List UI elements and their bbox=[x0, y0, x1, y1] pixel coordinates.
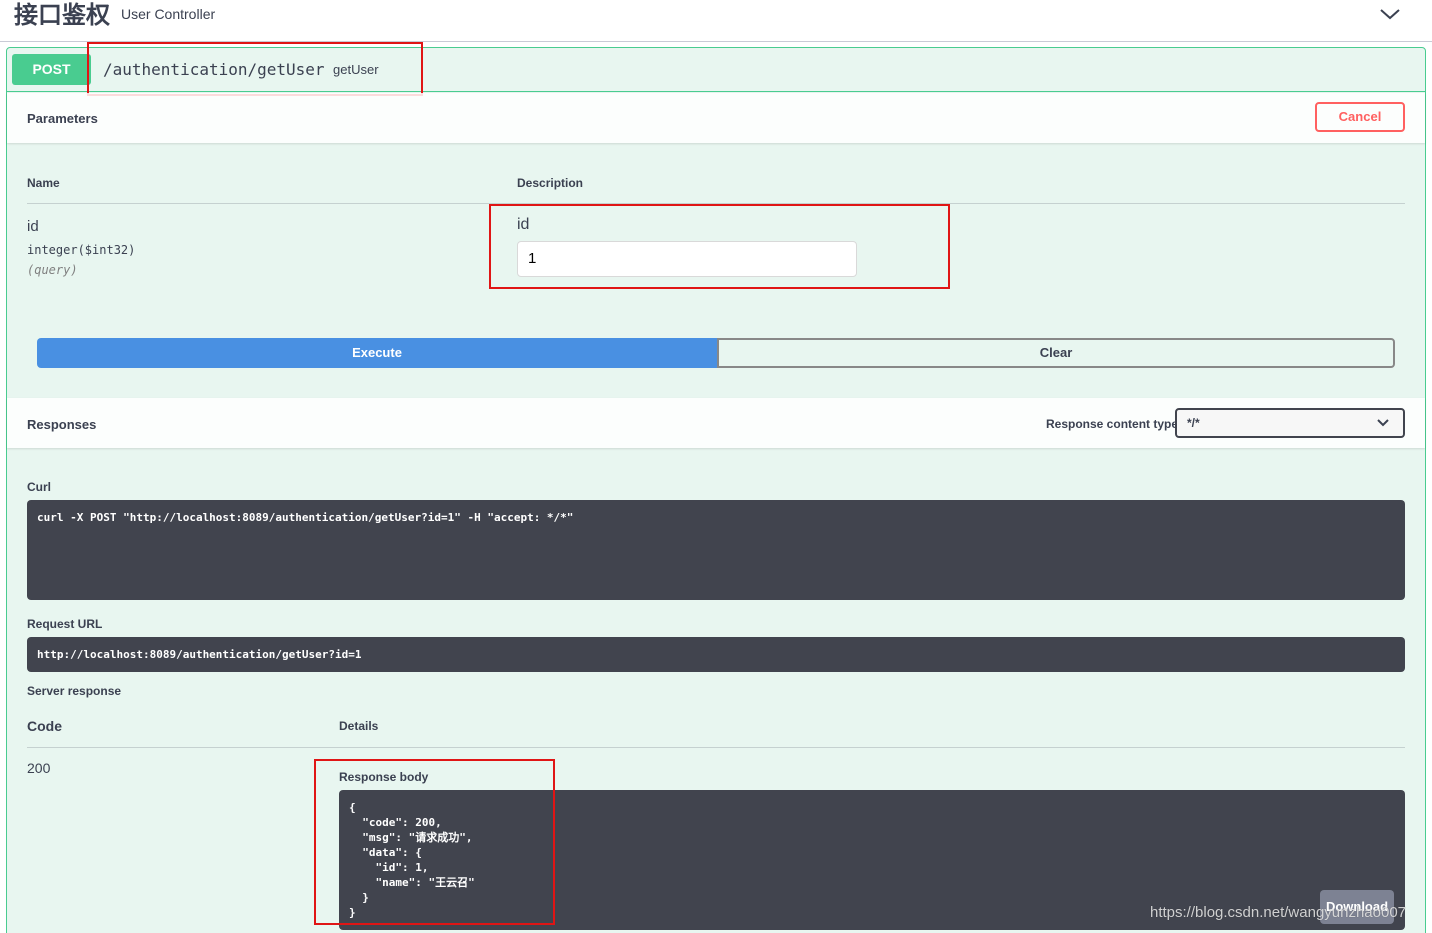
details-header: Details bbox=[339, 719, 379, 733]
watermark: https://blog.csdn.net/wangyunzhao007 bbox=[1150, 904, 1407, 921]
highlight-box-response bbox=[314, 759, 555, 925]
response-code: 200 bbox=[27, 760, 51, 776]
select-chevron-icon bbox=[1377, 419, 1389, 427]
method-badge: POST bbox=[12, 54, 91, 85]
cancel-button[interactable]: Cancel bbox=[1315, 102, 1405, 132]
tag-description: User Controller bbox=[121, 6, 216, 22]
parameters-title: Parameters bbox=[27, 111, 98, 126]
parameter-type: integer($int32) bbox=[27, 243, 136, 257]
parameter-name: id bbox=[27, 218, 39, 235]
column-header-description: Description bbox=[517, 176, 584, 190]
curl-command[interactable]: curl -X POST "http://localhost:8089/auth… bbox=[27, 500, 1405, 600]
execute-button[interactable]: Execute bbox=[37, 338, 717, 368]
response-content-type-select[interactable]: */* bbox=[1175, 408, 1405, 438]
curl-label: Curl bbox=[27, 480, 51, 494]
server-response-label: Server response bbox=[27, 684, 122, 698]
request-url-label: Request URL bbox=[27, 617, 103, 631]
chevron-down-icon[interactable] bbox=[1379, 6, 1401, 22]
parameters-header bbox=[7, 93, 1425, 143]
clear-button[interactable]: Clear bbox=[717, 338, 1395, 368]
request-url[interactable]: http://localhost:8089/authentication/get… bbox=[27, 637, 1405, 672]
column-header-name: Name bbox=[27, 176, 60, 190]
highlight-box-param bbox=[489, 204, 950, 289]
tag-name[interactable]: 接口鉴权 bbox=[14, 0, 110, 30]
parameter-location: (query) bbox=[27, 263, 78, 277]
response-content-type-label: Response content type bbox=[1046, 417, 1179, 431]
response-divider bbox=[27, 747, 1405, 748]
highlight-box-path bbox=[87, 42, 423, 96]
responses-title: Responses bbox=[27, 417, 97, 432]
code-header: Code bbox=[27, 718, 62, 734]
